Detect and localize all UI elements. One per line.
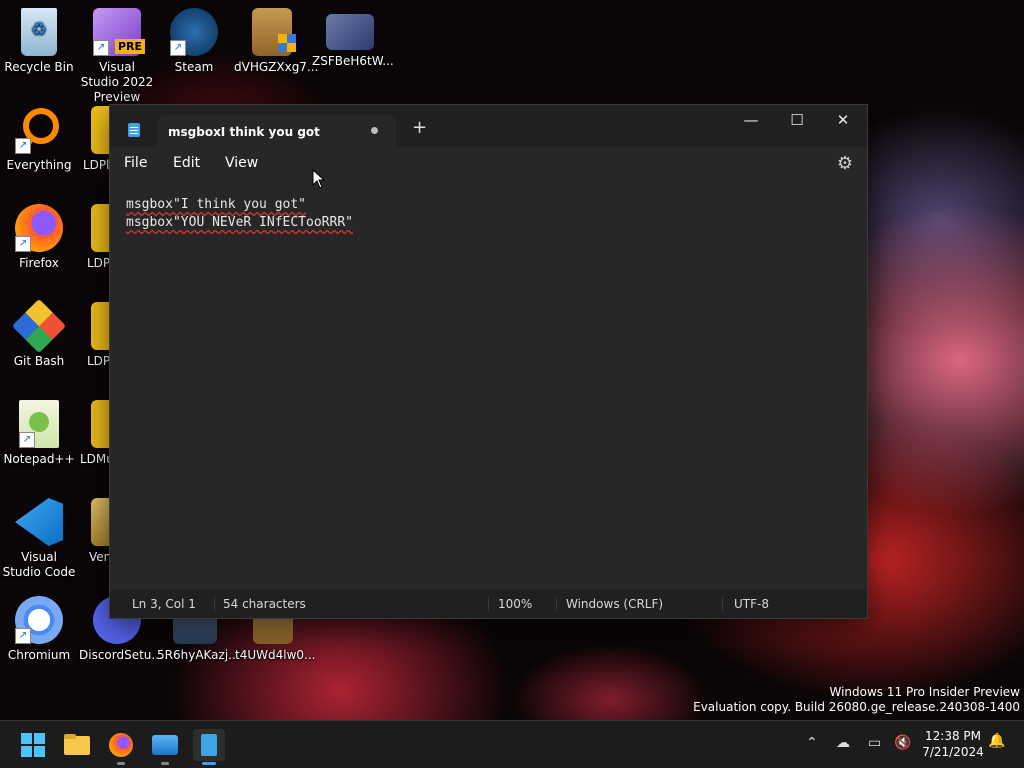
cloud-offline-icon[interactable]: ☁ <box>836 735 850 751</box>
visual-studio-icon: PRE ↗ <box>93 8 145 56</box>
desktop-icon-recycle-bin[interactable]: ♻ Recycle Bin <box>1 8 77 75</box>
notepad-window[interactable]: msgboxI think you got + — ☐ ✕ File Edit … <box>109 104 868 619</box>
desktop-icon-ldplayer-1[interactable]: LDPl <box>79 106 111 173</box>
desktop-icon-file-dvhgz[interactable]: dVHGZXxg7... <box>234 8 318 75</box>
search-icon: ↗ <box>15 106 63 154</box>
status-character-count: 54 characters <box>223 597 306 611</box>
maximize-button[interactable]: ☐ <box>774 105 820 137</box>
new-tab-button[interactable]: + <box>412 119 427 137</box>
desktop-icon-git-bash[interactable]: Git Bash <box>1 298 77 369</box>
volume-muted-icon[interactable]: 🔇 <box>894 735 911 751</box>
vscode-icon <box>15 498 63 546</box>
firefox-taskbar-icon[interactable] <box>105 729 137 765</box>
notepadpp-icon: ↗ <box>19 400 59 448</box>
desktop-icon-notepadpp[interactable]: ↗ Notepad++ <box>1 400 77 467</box>
settings-gear-icon[interactable]: ⚙ <box>837 153 853 174</box>
desktop-icon-vscode[interactable]: Visual Studio Code <box>1 498 77 580</box>
chromium-icon: ↗ <box>15 596 63 644</box>
status-line-ending[interactable]: Windows (CRLF) <box>566 597 663 611</box>
firefox-icon: ↗ <box>15 204 63 252</box>
ldplayer-icon <box>91 204 111 252</box>
desktop-icon-everything[interactable]: ↗ Everything <box>1 106 77 173</box>
minimize-button[interactable]: — <box>728 105 774 137</box>
status-encoding[interactable]: UTF-8 <box>734 597 769 611</box>
mouse-cursor-icon <box>312 169 326 189</box>
steam-icon: ↗ <box>170 8 218 56</box>
notepad-icon <box>128 123 140 137</box>
editor-line-2: msgbox"YOU NEVeR INfECTooRRR" <box>126 215 353 230</box>
menu-bar: File Edit View ⚙ <box>110 147 867 181</box>
close-button[interactable]: ✕ <box>820 105 866 137</box>
desktop-icon-file-zsfbe[interactable]: ZSFBeH6tW... <box>312 8 394 69</box>
installer-icon <box>252 8 296 56</box>
status-cursor-position: Ln 3, Col 1 <box>132 597 196 611</box>
desktop-icon-firefox[interactable]: ↗ Firefox <box>1 204 77 271</box>
editor-line-1: msgbox"I think you got" <box>126 197 307 212</box>
desktop-icon-ldplayer-2[interactable]: LDP <box>79 204 111 271</box>
desktop-icon-chromium[interactable]: ↗ Chromium <box>1 596 77 663</box>
desktop-icon-ldplayer-3[interactable]: LDP <box>79 302 111 369</box>
file-explorer-icon[interactable] <box>61 729 93 761</box>
archive-icon <box>91 498 111 546</box>
desktop-icon-steam[interactable]: ↗ Steam <box>156 8 232 75</box>
menu-view[interactable]: View <box>225 155 258 171</box>
unsaved-dot-icon[interactable] <box>371 127 378 134</box>
tab-title: msgboxI think you got <box>168 125 320 139</box>
desktop-icon-ldmultiplayer[interactable]: LDMu <box>79 400 111 467</box>
system-clock[interactable]: 12:38 PM 7/21/2024 <box>918 728 988 760</box>
menu-edit[interactable]: Edit <box>173 155 200 171</box>
evaluation-watermark: Windows 11 Pro Insider Preview Evaluatio… <box>693 685 1020 714</box>
notification-bell-icon[interactable]: 🔔 <box>988 733 1005 749</box>
desktop-icon-visual-studio[interactable]: PRE ↗ Visual Studio 2022 Preview <box>79 8 155 105</box>
ldplayer-icon <box>91 106 111 154</box>
chevron-up-icon[interactable]: ⌃ <box>806 735 818 751</box>
recycle-bin-icon: ♻ <box>21 8 57 56</box>
title-bar[interactable]: msgboxI think you got + — ☐ ✕ <box>110 105 867 147</box>
git-icon <box>11 298 67 354</box>
menu-file[interactable]: File <box>124 155 147 171</box>
network-icon[interactable]: ▭ <box>868 735 881 751</box>
status-zoom[interactable]: 100% <box>498 597 532 611</box>
disc-icon <box>326 14 374 50</box>
photos-icon[interactable] <box>149 729 181 765</box>
taskbar: ⌃ ☁ ▭ 🔇 12:38 PM 7/21/2024 🔔 <box>0 720 1024 768</box>
status-bar: Ln 3, Col 1 54 characters 100% Windows (… <box>110 590 867 618</box>
ldplayer-icon <box>91 302 111 350</box>
notepad-taskbar-icon[interactable] <box>193 729 225 765</box>
text-editor[interactable]: msgbox"I think you got" msgbox"YOU NEVeR… <box>110 181 867 590</box>
desktop-icon-ven[interactable]: Ven <box>79 498 111 565</box>
tab-document[interactable]: msgboxI think you got <box>158 115 396 147</box>
start-button[interactable] <box>17 729 49 761</box>
ldplayer-icon <box>91 400 111 448</box>
